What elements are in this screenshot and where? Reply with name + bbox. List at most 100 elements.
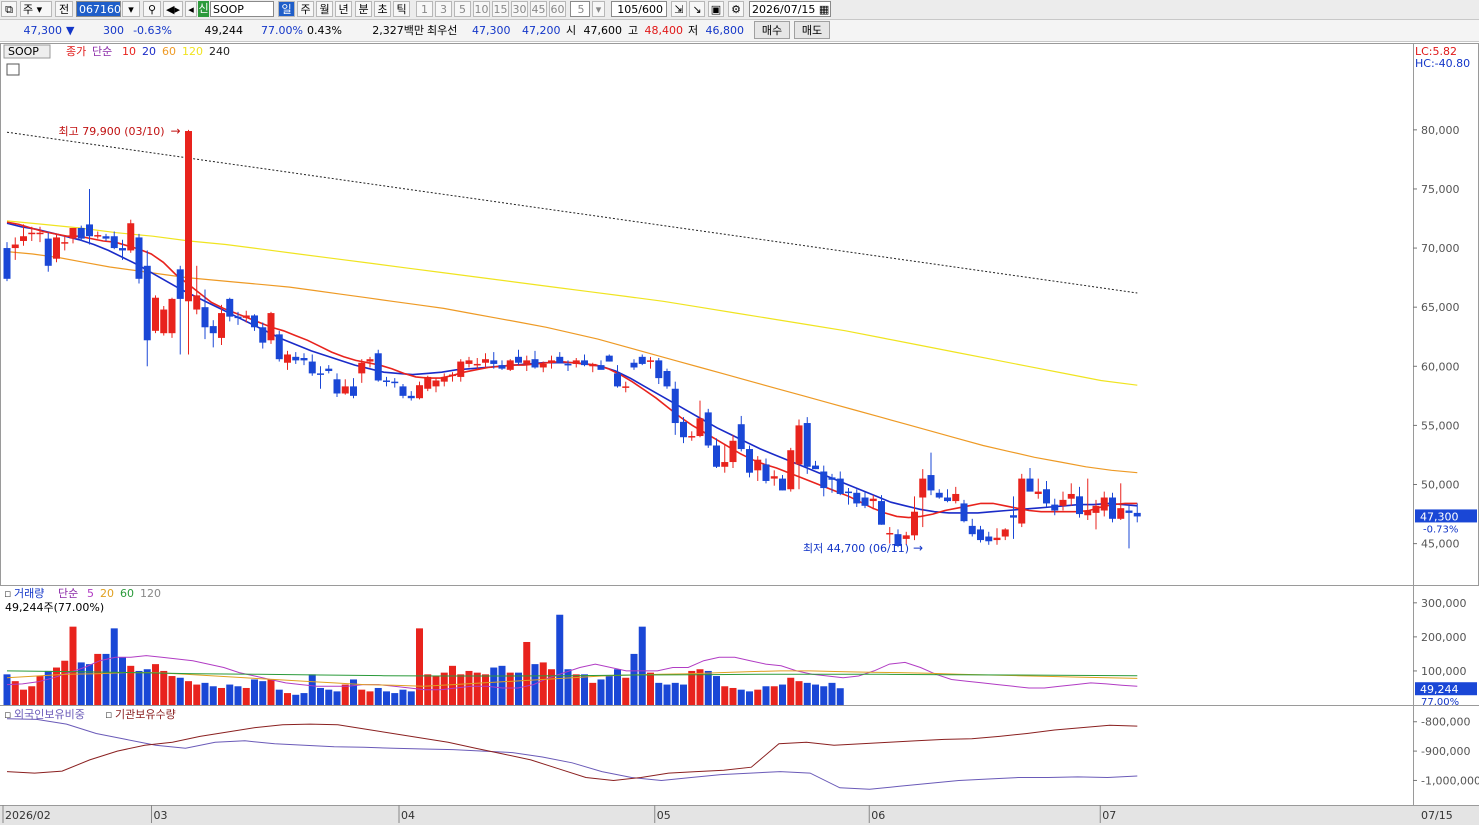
candle-body bbox=[110, 236, 118, 249]
volume-bar bbox=[605, 676, 613, 705]
candle-body bbox=[861, 497, 869, 506]
candle bbox=[407, 391, 415, 401]
calendar-icon[interactable]: ▦ bbox=[819, 3, 829, 16]
candle bbox=[952, 486, 960, 504]
candle-body bbox=[1059, 499, 1067, 506]
candle bbox=[861, 491, 869, 509]
candle-body bbox=[597, 365, 605, 370]
count-field[interactable]: 105/600 bbox=[611, 1, 667, 17]
period-second[interactable]: 초 bbox=[374, 1, 391, 17]
zoom-icon[interactable]: ⇲ bbox=[671, 1, 687, 17]
candle-body bbox=[193, 295, 201, 310]
candle-body bbox=[762, 464, 770, 481]
candle-body bbox=[729, 440, 737, 463]
minute-10[interactable]: 10 bbox=[473, 1, 490, 17]
period-tick[interactable]: 틱 bbox=[393, 1, 410, 17]
prev-icon[interactable]: ◂ bbox=[185, 1, 197, 17]
holding-tick-label: -800,000 bbox=[1421, 716, 1470, 729]
market-label: 주 bbox=[23, 3, 34, 16]
minute-1[interactable]: 1 bbox=[416, 1, 433, 17]
candle-body bbox=[176, 269, 184, 299]
period-minute[interactable]: 분 bbox=[355, 1, 372, 17]
candle-body bbox=[383, 380, 390, 382]
candle-body bbox=[523, 360, 531, 364]
volume-bar bbox=[539, 662, 547, 705]
candle-body bbox=[886, 532, 894, 535]
candle bbox=[704, 408, 712, 448]
candle bbox=[69, 227, 77, 244]
candle bbox=[226, 297, 234, 322]
sell-button[interactable]: 매도 bbox=[794, 21, 830, 39]
candle-body bbox=[1067, 493, 1075, 499]
buy-button[interactable]: 매수 bbox=[754, 21, 790, 39]
trend-icon[interactable]: ↘ bbox=[689, 1, 705, 17]
candle-body bbox=[927, 475, 935, 491]
candle bbox=[597, 360, 605, 370]
period-year[interactable]: 년 bbox=[335, 1, 352, 17]
candle bbox=[721, 444, 729, 473]
search-icon[interactable]: ⚲ bbox=[143, 1, 161, 17]
candle bbox=[94, 231, 102, 239]
candle-body bbox=[655, 360, 663, 379]
code-input[interactable]: 067160 bbox=[76, 1, 121, 17]
settings-icon[interactable]: ⚙ bbox=[728, 1, 744, 17]
volume-bar bbox=[374, 687, 382, 705]
candle bbox=[1125, 505, 1133, 549]
volume-bar bbox=[581, 674, 588, 705]
window-icon[interactable]: ⧉ bbox=[1, 1, 17, 17]
candle-body bbox=[317, 373, 324, 375]
candle bbox=[746, 445, 753, 478]
candle bbox=[605, 354, 613, 362]
compare-button[interactable]: 전 bbox=[55, 1, 73, 17]
candle bbox=[201, 289, 209, 340]
candle bbox=[696, 400, 704, 438]
candle bbox=[498, 360, 506, 370]
save-icon[interactable]: ▣ bbox=[708, 1, 724, 17]
candle bbox=[919, 469, 927, 528]
candle bbox=[1059, 491, 1067, 511]
volume-bar bbox=[795, 681, 803, 705]
minute-custom-input[interactable]: 5 bbox=[570, 1, 590, 17]
minute-dropdown-icon[interactable]: ▾ bbox=[592, 1, 605, 17]
volume-bar bbox=[746, 691, 753, 705]
candle bbox=[1117, 483, 1125, 520]
period-day[interactable]: 일 bbox=[278, 1, 295, 17]
candle-body bbox=[152, 297, 159, 331]
price-tick-label: 45,000 bbox=[1421, 538, 1460, 551]
turnover-rate: 0.43% bbox=[307, 24, 342, 37]
volume-bar bbox=[28, 686, 36, 705]
x-tick-label: 07 bbox=[1102, 809, 1116, 822]
date-field[interactable]: 2026/07/15 ▦ bbox=[749, 1, 831, 17]
volume-bar bbox=[193, 684, 201, 705]
candle-body bbox=[572, 360, 580, 364]
period-week[interactable]: 주 bbox=[297, 1, 314, 17]
candle-body bbox=[688, 436, 696, 438]
stock-name-field[interactable]: SOOP bbox=[210, 1, 274, 17]
legend-ma-10: 10 bbox=[122, 45, 136, 58]
volume-bar bbox=[597, 679, 605, 705]
minute-15[interactable]: 15 bbox=[492, 1, 509, 17]
candle-body bbox=[498, 365, 506, 369]
candle bbox=[457, 359, 465, 382]
candle bbox=[944, 489, 951, 503]
volume-bar bbox=[44, 670, 52, 705]
minute-45[interactable]: 45 bbox=[530, 1, 547, 17]
candle-body bbox=[358, 362, 366, 374]
volume-bar bbox=[20, 689, 27, 705]
volume-bar bbox=[556, 614, 564, 705]
price-chart[interactable]: SOOP 종가 단순 10 20 60 120 240최고 79,900 (03/10) →최저… bbox=[0, 43, 1479, 825]
minute-60[interactable]: 60 bbox=[549, 1, 566, 17]
code-dropdown-icon[interactable]: ▾ bbox=[122, 1, 140, 17]
candle bbox=[440, 373, 448, 387]
candle-body bbox=[1034, 491, 1042, 494]
candle-body bbox=[812, 465, 819, 470]
period-month[interactable]: 월 bbox=[316, 1, 333, 17]
x-tick-label: 2026/02 bbox=[5, 809, 51, 822]
minute-5[interactable]: 5 bbox=[454, 1, 471, 17]
market-select[interactable]: 주 ▾ bbox=[20, 1, 52, 17]
x-tick-label: 05 bbox=[657, 809, 671, 822]
minute-30[interactable]: 30 bbox=[511, 1, 528, 17]
speaker-icon[interactable]: ◀▸ bbox=[163, 1, 183, 17]
minute-3[interactable]: 3 bbox=[435, 1, 452, 17]
candle bbox=[663, 368, 671, 389]
